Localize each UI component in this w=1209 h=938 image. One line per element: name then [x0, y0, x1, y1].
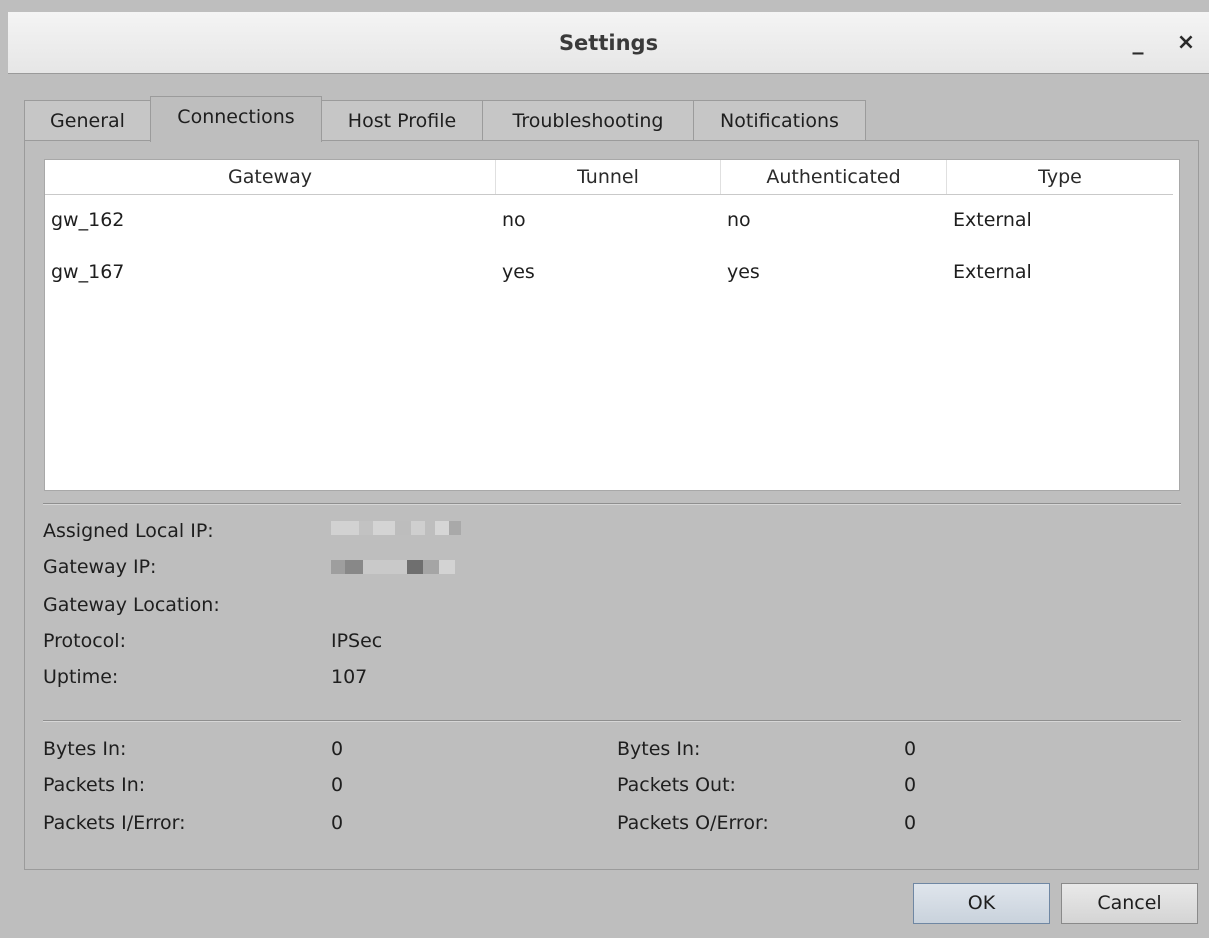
cell-gateway: gw_167	[51, 261, 125, 283]
cell-authenticated: no	[727, 209, 751, 231]
divider	[43, 720, 1181, 722]
uptime-value: 107	[331, 666, 368, 688]
bytes-in-2-value: 0	[904, 738, 917, 760]
table-header: Gateway Tunnel Authenticated Type	[45, 160, 1173, 195]
settings-window: Settings _ × General Connections Host Pr…	[0, 0, 1209, 938]
packets-in-label: Packets In:	[43, 774, 146, 796]
protocol-value: IPSec	[331, 630, 383, 652]
uptime-label: Uptime:	[43, 666, 119, 688]
column-header-authenticated[interactable]: Authenticated	[721, 160, 947, 194]
ok-button[interactable]: OK	[913, 883, 1050, 924]
bytes-in-label: Bytes In:	[43, 738, 127, 760]
cancel-button[interactable]: Cancel	[1061, 883, 1198, 924]
packets-in-value: 0	[331, 774, 344, 796]
gateway-table: Gateway Tunnel Authenticated Type gw_162…	[44, 159, 1180, 491]
title-bar: Settings _ ×	[8, 12, 1209, 74]
column-header-gateway[interactable]: Gateway	[45, 160, 496, 194]
packets-ierror-value: 0	[331, 812, 344, 834]
window-title: Settings	[558, 31, 659, 55]
cell-authenticated: yes	[727, 261, 760, 283]
table-row[interactable]: gw_167 yes yes External	[45, 247, 1173, 297]
cell-tunnel: yes	[502, 261, 535, 283]
tab-troubleshooting[interactable]: Troubleshooting	[482, 100, 694, 141]
column-header-tunnel[interactable]: Tunnel	[496, 160, 721, 194]
connections-panel: Gateway Tunnel Authenticated Type gw_162…	[24, 140, 1199, 870]
packets-out-label: Packets Out:	[617, 774, 736, 796]
gateway-ip-value-redacted	[331, 560, 457, 574]
column-header-type[interactable]: Type	[947, 160, 1173, 194]
bytes-in-value: 0	[331, 738, 344, 760]
assigned-local-ip-label: Assigned Local IP:	[43, 520, 214, 542]
cell-gateway: gw_162	[51, 209, 125, 231]
table-row[interactable]: gw_162 no no External	[45, 195, 1173, 245]
packets-ierror-label: Packets I/Error:	[43, 812, 186, 834]
protocol-label: Protocol:	[43, 630, 126, 652]
tab-host-profile[interactable]: Host Profile	[321, 100, 483, 141]
cell-type: External	[953, 209, 1032, 231]
close-button[interactable]: ×	[1171, 12, 1201, 74]
cell-type: External	[953, 261, 1032, 283]
bytes-in-2-label: Bytes In:	[617, 738, 701, 760]
divider	[43, 503, 1181, 505]
tab-connections[interactable]: Connections	[150, 96, 322, 142]
assigned-local-ip-value-redacted	[331, 521, 467, 535]
packets-oerror-label: Packets O/Error:	[617, 812, 769, 834]
packets-oerror-value: 0	[904, 812, 917, 834]
gateway-location-label: Gateway Location:	[43, 594, 220, 616]
tab-general[interactable]: General	[24, 100, 151, 141]
packets-out-value: 0	[904, 774, 917, 796]
gateway-ip-label: Gateway IP:	[43, 556, 157, 578]
minimize-button[interactable]: _	[1123, 12, 1153, 74]
tab-notifications[interactable]: Notifications	[693, 100, 866, 141]
cell-tunnel: no	[502, 209, 526, 231]
